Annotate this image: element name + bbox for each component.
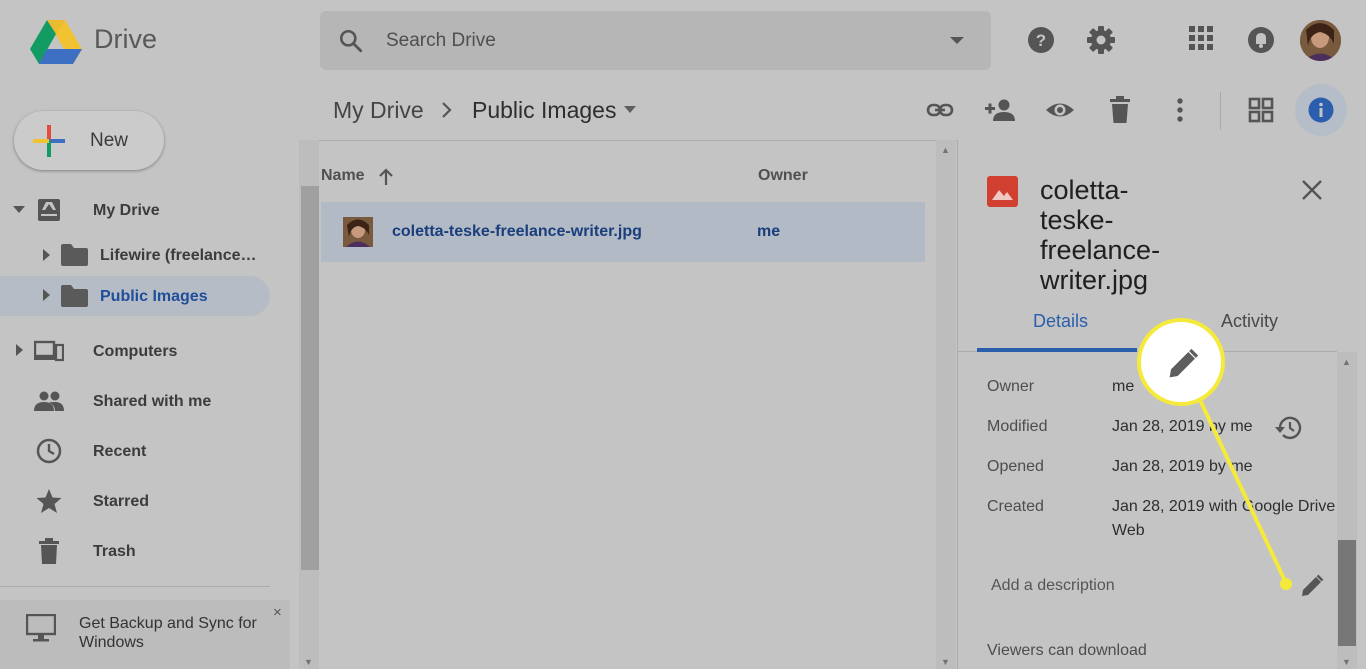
sidebar-item-label: Computers xyxy=(93,343,178,360)
folder-icon xyxy=(61,244,88,266)
new-plus-icon xyxy=(33,125,65,157)
toolbar-divider xyxy=(1220,92,1221,130)
sidebar-item-shared-with-me[interactable]: Shared with me xyxy=(0,381,270,421)
tab-activity[interactable]: Activity xyxy=(1221,311,1278,332)
settings-gear-icon[interactable] xyxy=(1087,26,1115,54)
viewers-can-download-setting[interactable]: Viewers can download xyxy=(987,642,1147,660)
detail-key-created: Created xyxy=(987,498,1044,515)
detail-value-opened: Jan 28, 2019 by me xyxy=(1112,458,1253,475)
notifications-bell-icon[interactable] xyxy=(1247,26,1275,54)
details-toggle-button[interactable] xyxy=(1295,84,1347,136)
backup-sync-promo[interactable]: Get Backup and Sync for Windows × xyxy=(0,600,290,669)
my-drive-icon xyxy=(37,198,61,222)
scroll-down-icon[interactable]: ▼ xyxy=(941,657,950,667)
sidebar-item-public-images[interactable]: Public Images xyxy=(0,276,270,316)
file-owner: me xyxy=(757,223,781,240)
desktop-monitor-icon xyxy=(26,614,56,642)
search-options-dropdown-icon[interactable] xyxy=(949,34,965,46)
tab-details[interactable]: Details xyxy=(1033,311,1088,332)
breadcrumb-my-drive[interactable]: My Drive xyxy=(333,97,424,124)
edit-description-pencil-icon[interactable] xyxy=(1300,574,1324,598)
pencil-edit-icon xyxy=(1167,348,1199,380)
star-icon xyxy=(36,488,62,514)
file-row[interactable]: coletta-teske-freelance-writer.jpg me xyxy=(321,202,925,262)
sidebar-item-trash[interactable]: Trash xyxy=(0,531,270,571)
search-bar[interactable] xyxy=(320,11,991,70)
trash-icon xyxy=(39,538,59,564)
sidebar-item-computers[interactable]: Computers xyxy=(0,331,270,371)
callout-magnifier xyxy=(1137,318,1225,406)
chevron-right-icon xyxy=(440,99,454,121)
add-description-field[interactable]: Add a description xyxy=(991,577,1115,595)
detail-key-modified: Modified xyxy=(987,418,1048,435)
sidebar-item-label: Starred xyxy=(93,493,150,510)
image-file-type-icon xyxy=(987,176,1018,207)
detail-value-created: Jan 28, 2019 with Google Drive Web xyxy=(1112,498,1336,539)
info-icon xyxy=(1308,97,1334,123)
scroll-down-icon[interactable]: ▼ xyxy=(304,657,313,667)
clock-icon xyxy=(36,438,62,464)
sidebar-item-label: Shared with me xyxy=(93,393,212,410)
sidebar-divider xyxy=(0,586,270,587)
details-scroll-thumb[interactable] xyxy=(1338,540,1356,646)
backup-promo-text[interactable]: Get Backup and Sync for Windows xyxy=(79,614,279,652)
people-icon xyxy=(34,391,64,411)
grid-view-icon[interactable] xyxy=(1248,96,1274,124)
svg-text:?: ? xyxy=(1036,31,1046,50)
get-link-icon[interactable] xyxy=(926,96,954,124)
sidebar-item-label: Public Images xyxy=(100,288,208,305)
version-history-icon[interactable] xyxy=(1274,415,1302,441)
scroll-down-icon[interactable]: ▼ xyxy=(1342,657,1351,667)
file-thumbnail xyxy=(343,217,373,247)
user-avatar[interactable] xyxy=(1300,20,1341,61)
active-tab-indicator xyxy=(977,348,1137,352)
breadcrumb-current-folder[interactable]: Public Images xyxy=(472,97,616,124)
close-promo-icon[interactable]: × xyxy=(273,604,282,621)
scroll-up-icon[interactable]: ▲ xyxy=(941,145,950,155)
sidebar-item-starred[interactable]: Starred xyxy=(0,481,270,521)
sort-ascending-arrow-icon[interactable] xyxy=(376,167,396,187)
caret-down-icon[interactable] xyxy=(13,205,25,215)
new-button-label: New xyxy=(90,130,129,151)
sidebar-item-label: Recent xyxy=(93,443,147,460)
computers-icon xyxy=(34,340,64,362)
new-button[interactable]: New xyxy=(14,111,164,170)
more-actions-icon[interactable] xyxy=(1171,96,1189,124)
caret-right-icon[interactable] xyxy=(15,344,25,356)
help-icon[interactable]: ? xyxy=(1027,26,1055,54)
file-name[interactable]: coletta-teske-freelance-writer.jpg xyxy=(392,223,642,241)
sidebar-item-my-drive[interactable]: My Drive xyxy=(0,191,270,231)
sidebar-item-label: Trash xyxy=(93,543,136,560)
sidebar-item-label: My Drive xyxy=(93,202,160,219)
sidebar-scroll-thumb[interactable] xyxy=(301,186,319,570)
details-file-title: coletta-teske-freelance-writer.jpg xyxy=(1040,175,1161,295)
scroll-up-icon[interactable]: ▲ xyxy=(1342,357,1351,367)
sidebar-item-label: Lifewire (freelance… xyxy=(100,247,257,264)
detail-key-owner: Owner xyxy=(987,378,1035,395)
preview-eye-icon[interactable] xyxy=(1045,96,1075,124)
caret-right-icon[interactable] xyxy=(42,289,52,301)
search-input[interactable] xyxy=(386,25,906,57)
remove-trash-icon[interactable] xyxy=(1108,96,1132,124)
sidebar-item-recent[interactable]: Recent xyxy=(0,431,270,471)
column-header-owner[interactable]: Owner xyxy=(758,167,808,185)
apps-grid-icon[interactable] xyxy=(1189,26,1213,50)
drive-logo-icon[interactable] xyxy=(30,20,82,64)
sidebar-item-lifewire-folder[interactable]: Lifewire (freelance… xyxy=(0,236,270,276)
file-list-scrollbar[interactable]: ▲ ▼ xyxy=(936,140,956,669)
app-name: Drive xyxy=(94,24,158,54)
folder-menu-dropdown-icon[interactable] xyxy=(622,104,638,116)
detail-key-opened: Opened xyxy=(987,458,1044,475)
close-details-icon[interactable] xyxy=(1300,178,1324,202)
column-header-name[interactable]: Name xyxy=(321,167,365,185)
caret-right-icon[interactable] xyxy=(42,249,52,261)
detail-value-modified: Jan 28, 2019 by me xyxy=(1112,418,1253,435)
share-add-person-icon[interactable] xyxy=(985,96,1015,124)
search-icon[interactable] xyxy=(338,28,364,54)
folder-icon xyxy=(61,285,88,307)
